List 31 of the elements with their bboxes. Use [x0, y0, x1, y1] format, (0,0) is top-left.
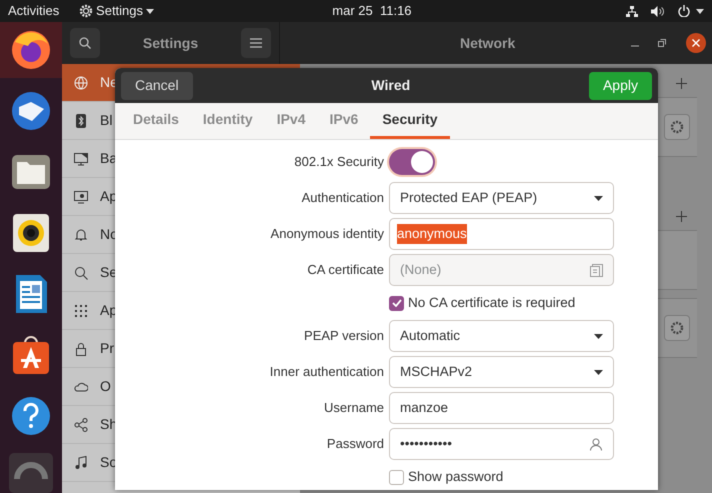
dropdown-value: MSCHAPv2	[400, 362, 472, 381]
dialog-title: Wired	[371, 76, 410, 95]
activities-button[interactable]: Activities	[8, 1, 60, 21]
clock[interactable]: mar 25 11:16	[332, 1, 412, 21]
field-label: Authentication	[300, 189, 384, 208]
placeholder-text: (None)	[400, 260, 442, 279]
dropdown[interactable]: Automatic	[389, 320, 614, 352]
checkbox-label: No CA certificate is required	[408, 294, 576, 312]
field-label: Password	[326, 435, 384, 454]
tab[interactable]: Security	[370, 102, 450, 139]
dropdown[interactable]: Protected EAP (PEAP)	[389, 182, 614, 214]
input-field[interactable]: manzoe	[389, 392, 614, 424]
field-label: Inner authentication	[268, 363, 384, 382]
input-field[interactable]: •••••••••••	[389, 428, 614, 460]
selected-text: anonymous	[397, 224, 467, 244]
field-label: Username	[323, 399, 384, 418]
checkbox-label: Show password	[408, 468, 504, 486]
dropdown-value: Automatic	[400, 326, 460, 345]
sidebar-title: Settings	[142, 34, 198, 53]
field-label: PEAP version	[303, 327, 384, 346]
field-label: 802.1x Security	[293, 153, 384, 172]
dropdown[interactable]: MSCHAPv2	[389, 356, 614, 388]
field-label: CA certificate	[306, 261, 384, 280]
window-title: Network	[460, 34, 516, 52]
cancel-button[interactable]: Cancel	[121, 72, 193, 100]
field-label: Anonymous identity	[270, 225, 384, 244]
password-value: •••••••••••	[400, 434, 452, 453]
app-menu[interactable]: Settings	[78, 1, 154, 21]
input-field[interactable]: anonymous	[389, 218, 614, 250]
app-menu-label: Settings	[96, 2, 144, 20]
dropdown-value: Protected EAP (PEAP)	[400, 188, 538, 207]
